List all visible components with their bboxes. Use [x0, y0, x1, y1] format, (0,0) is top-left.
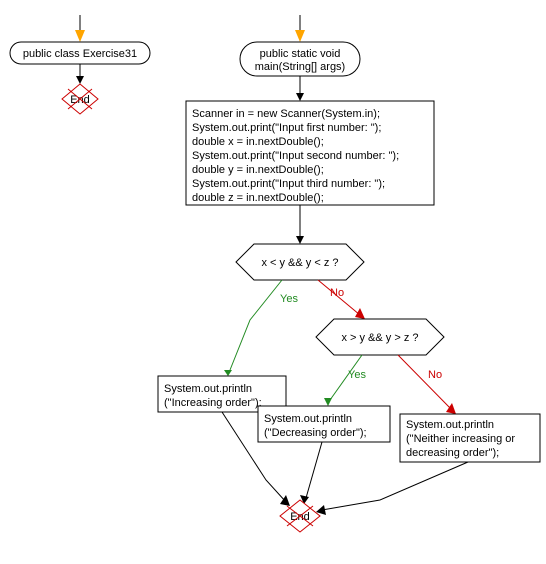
- dec-to-end: [306, 442, 322, 498]
- decreasing-line2: ("Decreasing order");: [264, 427, 367, 439]
- decreasing-line1: System.out.println: [264, 413, 352, 425]
- right-header-line2: main(String[] args): [255, 61, 345, 73]
- increasing-line2: ("Increasing order");: [164, 397, 262, 409]
- right-entry-arrow: [295, 30, 305, 42]
- code-to-d1-arrow: [296, 236, 304, 244]
- code-line4: System.out.print("Input second number: "…: [192, 150, 399, 162]
- d1-yes-line: [230, 280, 282, 370]
- left-to-end-arrow: [76, 76, 84, 84]
- d1-no-arrow: [355, 308, 365, 319]
- neither-line1: System.out.println: [406, 419, 494, 431]
- d1-yes-label: Yes: [280, 293, 298, 305]
- code-line2: System.out.print("Input first number: ")…: [192, 122, 381, 134]
- code-line7: double z = in.nextDouble();: [192, 192, 324, 204]
- left-entry-arrow: [75, 30, 85, 42]
- d2-yes-label: Yes: [348, 369, 366, 381]
- code-line1: Scanner in = new Scanner(System.in);: [192, 108, 380, 120]
- decision2-text: x > y && y > z ?: [341, 332, 418, 344]
- flowchart-diagram: public class Exercise31 End public stati…: [0, 0, 546, 564]
- d2-no-line: [398, 355, 452, 410]
- code-line5: double y = in.nextDouble();: [192, 164, 324, 176]
- neither-to-end: [322, 462, 468, 510]
- neither-line2: ("Neither increasing or: [406, 433, 515, 445]
- header-to-code-arrow: [296, 93, 304, 101]
- inc-arrow: [224, 370, 232, 376]
- neither-line3: decreasing order");: [406, 447, 499, 459]
- d2-no-label: No: [428, 369, 442, 381]
- left-header-text: public class Exercise31: [23, 48, 137, 60]
- dec-arrow: [324, 398, 332, 406]
- decision1-text: x < y && y < z ?: [261, 257, 338, 269]
- increasing-line1: System.out.println: [164, 383, 252, 395]
- d2-no-arrow: [446, 403, 456, 414]
- d1-no-label: No: [330, 287, 344, 299]
- right-header-line1: public static void: [260, 48, 341, 60]
- code-line3: double x = in.nextDouble();: [192, 136, 324, 148]
- code-line6: System.out.print("Input third number: ")…: [192, 178, 385, 190]
